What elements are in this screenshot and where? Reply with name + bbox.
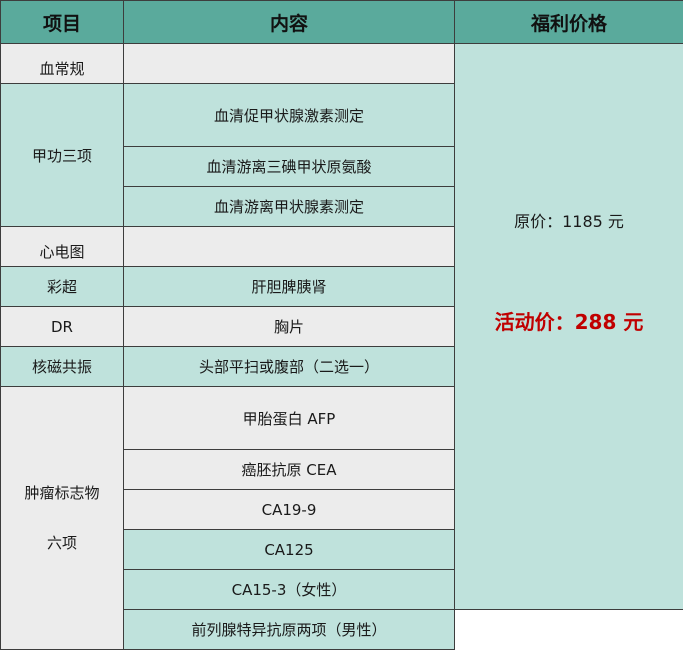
header-price: 福利价格	[455, 1, 683, 44]
content-thyroid-1: 血清促甲状腺激素测定	[124, 84, 455, 147]
header-content: 内容	[124, 1, 455, 44]
item-blood-routine: 血常规	[1, 44, 124, 84]
content-tumor-3: CA19-9	[124, 490, 455, 530]
content-tumor-6: 前列腺特异抗原两项（男性）	[124, 610, 455, 650]
content-thyroid-2: 血清游离三碘甲状原氨酸	[124, 147, 455, 187]
price-cell: 原价：1185 元 活动价：288 元	[455, 44, 683, 610]
content-tumor-4: CA125	[124, 530, 455, 570]
item-dr: DR	[1, 307, 124, 347]
item-tumor-markers: 肿瘤标志物 六项	[1, 387, 124, 650]
item-tumor-line1: 肿瘤标志物	[1, 468, 123, 518]
content-tumor-1: 甲胎蛋白 AFP	[124, 387, 455, 450]
item-ecg-label: 心电图	[39, 243, 84, 261]
item-tumor-line2: 六项	[1, 518, 123, 568]
item-thyroid: 甲功三项	[1, 84, 124, 227]
content-thyroid-3: 血清游离甲状腺素测定	[124, 187, 455, 227]
item-mri: 核磁共振	[1, 347, 124, 387]
content-blood-routine	[124, 44, 455, 84]
content-ultrasound: 肝胆脾胰肾	[124, 267, 455, 307]
promo-price: 活动价：288 元	[455, 306, 683, 335]
content-tumor-5: CA15-3（女性）	[124, 570, 455, 610]
original-price: 原价：1185 元	[455, 208, 683, 232]
benefit-price-table: 项目 内容 福利价格 血常规 原价：1185 元 活动价：288 元 甲功三项 …	[0, 0, 683, 650]
content-dr: 胸片	[124, 307, 455, 347]
header-item: 项目	[1, 1, 124, 44]
item-blood-routine-label: 血常规	[39, 60, 84, 78]
item-ecg: 心电图	[1, 227, 124, 267]
content-ecg	[124, 227, 455, 267]
content-tumor-2: 癌胚抗原 CEA	[124, 450, 455, 490]
content-mri: 头部平扫或腹部（二选一）	[124, 347, 455, 387]
item-ultrasound: 彩超	[1, 267, 124, 307]
